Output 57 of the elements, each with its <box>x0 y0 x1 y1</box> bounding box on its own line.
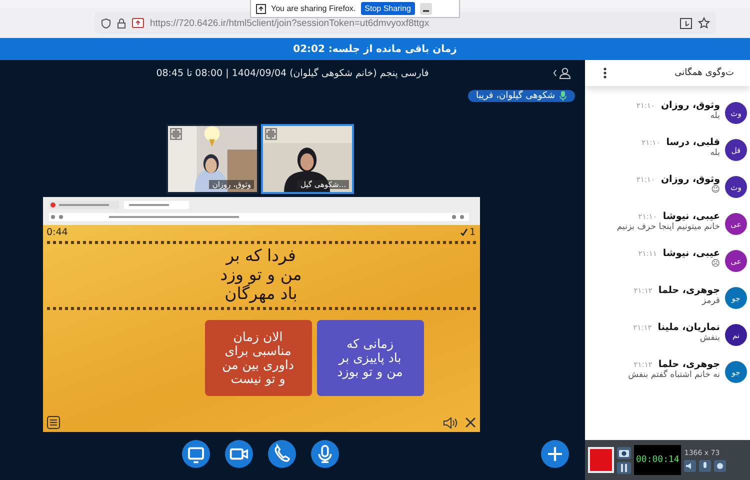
mic-icon <box>559 91 567 101</box>
sender-name: قلبی، درسا <box>666 137 720 148</box>
check-icon <box>460 228 468 236</box>
screen-share-icon <box>132 18 144 28</box>
phone-button[interactable] <box>268 440 296 468</box>
close-icon[interactable] <box>464 417 476 428</box>
more-options-icon[interactable] <box>603 67 607 79</box>
chat-title: ت‌وگوی همگانی <box>674 68 734 78</box>
menu-icon[interactable] <box>46 416 60 429</box>
banner-text: زمان باقی مانده از جلسه: 02:02 <box>293 44 457 54</box>
stop-sharing-button[interactable]: Stop Sharing <box>360 2 415 15</box>
sender-name: جوهری، حلما <box>658 359 720 370</box>
star-icon[interactable] <box>698 17 710 29</box>
reader-icon[interactable] <box>680 18 692 28</box>
address-bar[interactable]: https://720.6426.ir/html5client/join?sessionToken=ut6dmvyoxf8ttgx <box>95 12 716 34</box>
microphone-button[interactable] <box>311 440 339 468</box>
fullscreen-icon[interactable] <box>265 128 277 140</box>
record-counter: 00:00:14 <box>634 445 682 475</box>
answer-option[interactable]: زمانی که باد پاییزی بر من و تو بوزد <box>316 320 424 396</box>
minimize-icon[interactable] <box>420 2 432 14</box>
speaker-icon[interactable] <box>684 460 696 472</box>
sender-name: وثوق، روزان <box>660 174 720 185</box>
score-count: 1 <box>469 226 476 238</box>
answer-option[interactable]: الان زمان مناسبی برای داوری بین من و تو نیست <box>204 320 312 396</box>
sender-name: وثوق، روزان <box>660 100 720 111</box>
camera-button[interactable] <box>225 440 253 468</box>
sender-name: عیبی، نیوشا <box>662 211 720 222</box>
speaker-name: شکوهی گیلوان، فریبا <box>476 91 555 101</box>
sender-name: عیبی، نیوشا <box>662 248 720 259</box>
message-text: نه خانم اشتباه گفتم بنفش <box>628 370 720 380</box>
stop-record-button[interactable] <box>588 447 614 473</box>
quiz-timer: 0:44 <box>46 226 68 238</box>
user-list-icon[interactable] <box>553 67 571 79</box>
sender-name: نماریان، ملینا <box>658 322 720 333</box>
plus-button[interactable] <box>541 440 569 468</box>
webcam-icon[interactable] <box>714 460 726 472</box>
sender-name: جوهری، حلما <box>658 285 720 296</box>
fullscreen-icon[interactable] <box>170 128 182 140</box>
lock-icon <box>117 18 126 28</box>
question-text: فردا که بر من و تو وزد باد مهرگان <box>219 246 303 305</box>
message-text: بنفش <box>698 333 720 343</box>
share-icon <box>256 4 266 14</box>
message-text: ☺ <box>710 185 720 195</box>
meeting-title: فارسی پنجم (خانم شکوهی گیلوان) 1404/09/04 | 08:00 تا 08:45 <box>156 68 429 78</box>
speaker-icon[interactable] <box>442 416 456 428</box>
screen-share-button[interactable] <box>182 440 210 468</box>
shield-icon <box>101 18 111 28</box>
message-text: قرمز <box>700 296 720 306</box>
message-text: خانم میتونیم اینجا حرف بزنیم <box>616 222 720 232</box>
message-text: بله <box>709 148 720 158</box>
pause-icon[interactable] <box>617 462 631 474</box>
message-text: ☹ <box>710 259 720 269</box>
camera-icon[interactable] <box>617 446 631 458</box>
notice-text: You are sharing Firefox. <box>271 4 356 13</box>
url-text: https://720.6426.ir/html5client/join?sessionToken=ut6dmvyoxf8ttgx <box>150 18 430 28</box>
message-text: بله <box>709 111 720 121</box>
mic-icon[interactable] <box>699 460 712 472</box>
